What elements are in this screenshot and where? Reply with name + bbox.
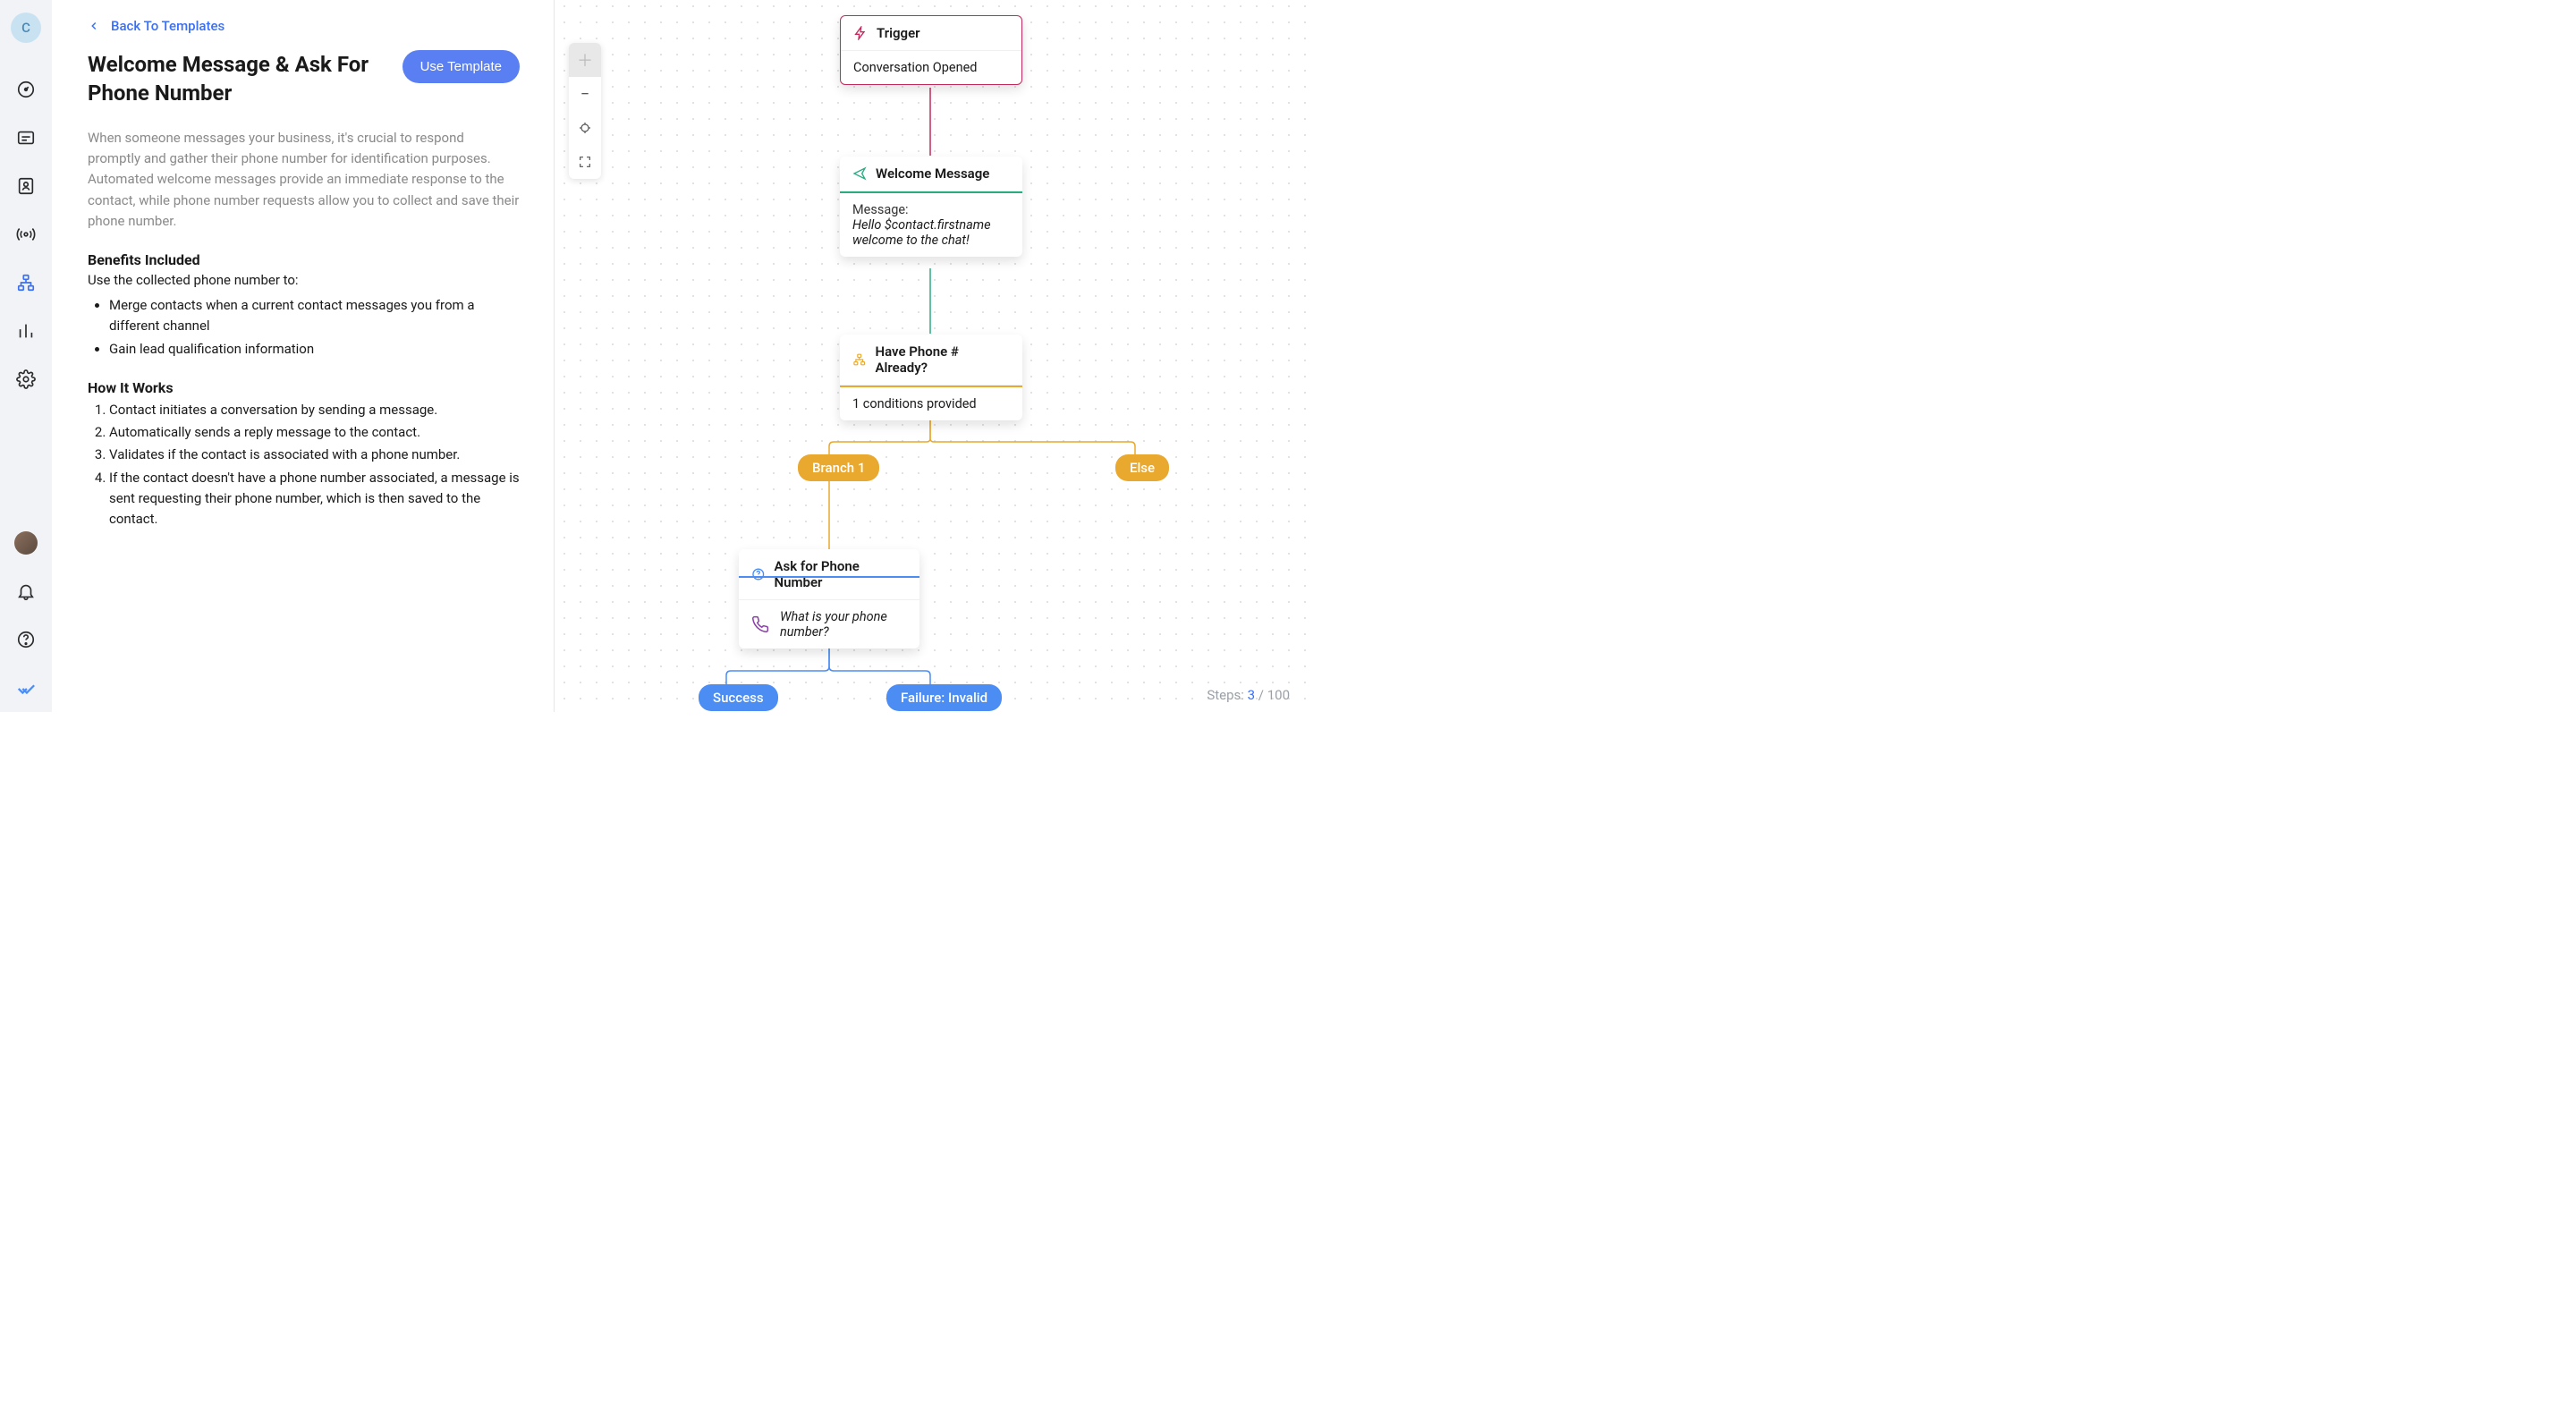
lightning-icon bbox=[853, 26, 868, 40]
benefits-heading: Benefits Included bbox=[88, 251, 520, 268]
node-title: Ask for Phone Number bbox=[775, 558, 907, 590]
back-link-label: Back To Templates bbox=[111, 18, 225, 34]
benefits-list: Merge contacts when a current contact me… bbox=[88, 295, 520, 360]
target-icon bbox=[578, 121, 592, 135]
how-it-works-heading: How It Works bbox=[88, 379, 520, 396]
template-title: Welcome Message & Ask For Phone Number bbox=[88, 50, 385, 108]
inbox-icon[interactable] bbox=[16, 128, 36, 148]
question-icon bbox=[751, 567, 766, 581]
trigger-node[interactable]: Trigger Conversation Opened bbox=[840, 15, 1022, 85]
fullscreen-icon bbox=[578, 155, 592, 169]
branch-1-label[interactable]: Branch 1 bbox=[798, 454, 879, 481]
node-body-text: Conversation Opened bbox=[853, 60, 977, 75]
sidebar: C bbox=[0, 0, 52, 712]
failure-label[interactable]: Failure: Invalid bbox=[886, 684, 1002, 711]
how-it-works-list: Contact initiates a conversation by send… bbox=[88, 400, 520, 530]
branch-icon bbox=[852, 352, 866, 367]
benefits-subtext: Use the collected phone number to: bbox=[88, 272, 520, 288]
center-button[interactable] bbox=[569, 111, 601, 145]
welcome-message-node[interactable]: Welcome Message Message: Hello $contact.… bbox=[840, 157, 1022, 257]
list-item: Contact initiates a conversation by send… bbox=[109, 400, 520, 420]
steps-counter: Steps: 3 / 100 bbox=[1207, 687, 1290, 703]
zoom-in-button[interactable]: ＋ bbox=[569, 43, 601, 77]
settings-icon[interactable] bbox=[16, 369, 36, 389]
template-details-panel: Back To Templates Welcome Message & Ask … bbox=[52, 0, 555, 712]
back-to-templates-link[interactable]: Back To Templates bbox=[88, 18, 520, 34]
template-description: When someone messages your business, it'… bbox=[88, 128, 520, 232]
workflow-canvas[interactable]: ＋ − Trigger Conversation Opened bbox=[555, 0, 1313, 712]
contacts-icon[interactable] bbox=[16, 176, 36, 196]
dashboard-icon[interactable] bbox=[16, 80, 36, 99]
ask-phone-node[interactable]: Ask for Phone Number What is your phone … bbox=[739, 549, 919, 648]
use-template-button[interactable]: Use Template bbox=[402, 50, 520, 83]
notifications-icon[interactable] bbox=[16, 581, 36, 601]
workspace-avatar[interactable]: C bbox=[11, 13, 41, 43]
list-item: Validates if the contact is associated w… bbox=[109, 445, 520, 465]
success-label[interactable]: Success bbox=[699, 684, 778, 711]
node-body-label: Message: bbox=[852, 202, 1010, 217]
steps-max: 100 bbox=[1267, 687, 1290, 703]
help-icon[interactable] bbox=[16, 630, 36, 649]
list-item: Gain lead qualification information bbox=[109, 339, 520, 360]
list-item: Automatically sends a reply message to t… bbox=[109, 422, 520, 443]
node-body-text: 1 conditions provided bbox=[852, 396, 977, 411]
steps-current: 3 bbox=[1248, 687, 1255, 703]
node-body-message: Hello $contact.firstname welcome to the … bbox=[852, 217, 1010, 248]
send-icon bbox=[852, 166, 867, 181]
user-avatar[interactable] bbox=[14, 531, 38, 555]
broadcast-icon[interactable] bbox=[16, 225, 36, 244]
list-item: If the contact doesn't have a phone numb… bbox=[109, 468, 520, 530]
list-item: Merge contacts when a current contact me… bbox=[109, 295, 520, 337]
reports-icon[interactable] bbox=[16, 321, 36, 341]
fullscreen-button[interactable] bbox=[569, 145, 601, 179]
else-label[interactable]: Else bbox=[1115, 454, 1169, 481]
zoom-controls: ＋ − bbox=[569, 43, 601, 179]
node-title: Welcome Message bbox=[876, 165, 989, 182]
chevron-left-icon bbox=[88, 20, 100, 32]
zoom-out-button[interactable]: − bbox=[569, 77, 601, 111]
phone-icon bbox=[751, 615, 769, 633]
have-phone-branch-node[interactable]: Have Phone # Already? 1 conditions provi… bbox=[840, 335, 1022, 420]
brand-checkmark-icon[interactable] bbox=[16, 678, 36, 698]
node-title: Trigger bbox=[877, 25, 920, 41]
node-title: Have Phone # Already? bbox=[875, 343, 1010, 376]
workflow-icon[interactable] bbox=[16, 273, 36, 292]
node-body-message: What is your phone number? bbox=[780, 609, 907, 640]
steps-label: Steps: bbox=[1207, 687, 1244, 703]
